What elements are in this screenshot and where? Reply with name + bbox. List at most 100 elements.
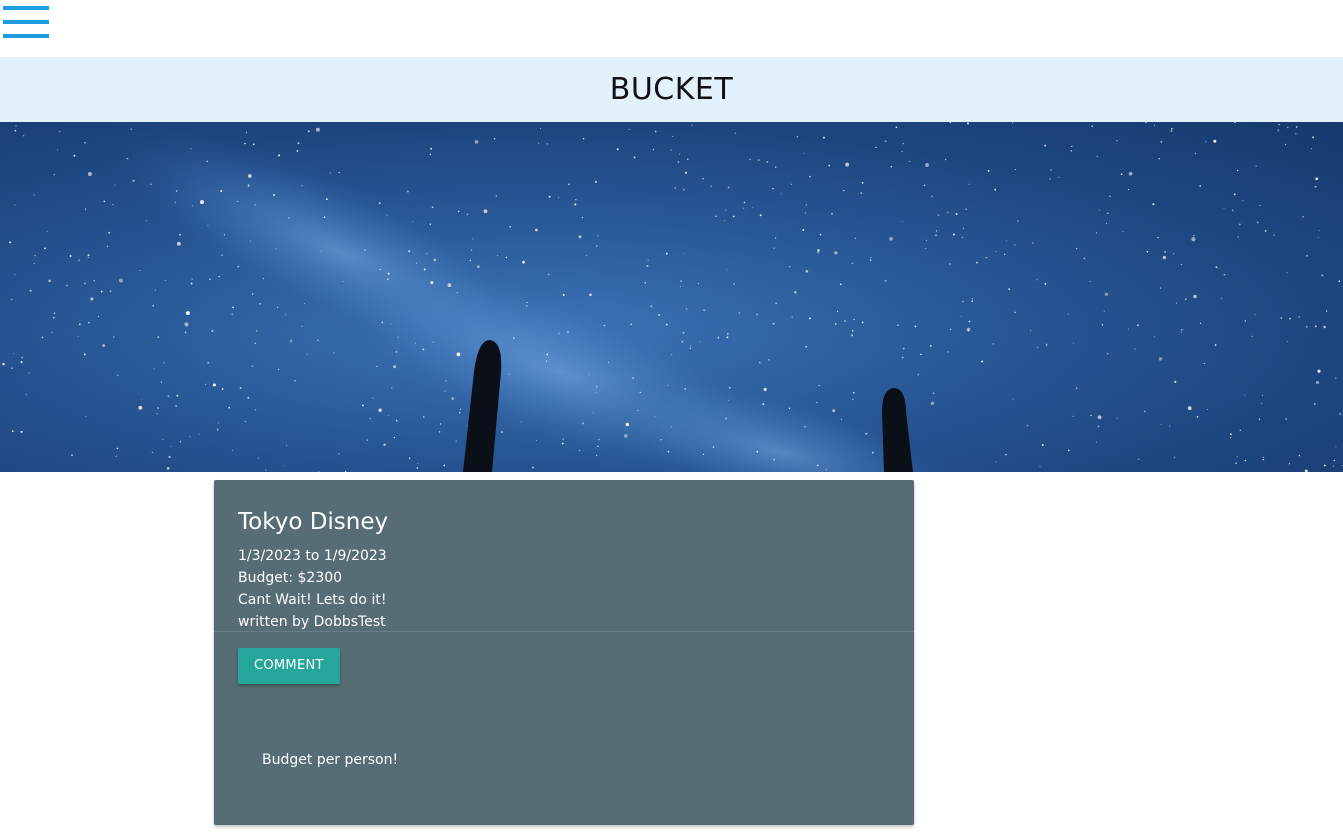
star: [1335, 446, 1337, 448]
star: [889, 237, 893, 241]
star: [406, 190, 409, 193]
star: [175, 405, 178, 407]
star: [727, 186, 730, 189]
star: [752, 207, 754, 209]
star: [192, 205, 194, 207]
star: [422, 416, 425, 418]
star: [819, 233, 822, 236]
star: [417, 462, 419, 464]
star: [703, 453, 705, 455]
star: [1298, 454, 1301, 457]
star: [597, 438, 600, 441]
star: [477, 265, 480, 269]
hamburger-menu-icon[interactable]: [3, 6, 49, 38]
star: [239, 387, 242, 389]
star: [451, 397, 455, 400]
star: [871, 451, 874, 454]
star: [647, 259, 649, 261]
star: [447, 283, 452, 287]
star: [439, 431, 441, 433]
star: [185, 311, 190, 316]
star: [87, 254, 90, 257]
star: [902, 143, 904, 145]
star: [88, 321, 90, 324]
star: [861, 321, 864, 324]
star: [294, 379, 296, 382]
star: [548, 195, 551, 198]
star: [852, 391, 855, 394]
cactus-right: [882, 388, 913, 472]
star: [535, 439, 537, 441]
star: [1158, 357, 1163, 361]
star: [145, 220, 147, 222]
star: [167, 395, 170, 398]
star: [1175, 302, 1177, 304]
star: [1256, 221, 1259, 224]
star: [884, 140, 887, 143]
star: [539, 128, 541, 129]
star: [56, 149, 58, 151]
star: [391, 387, 393, 389]
star: [1255, 165, 1257, 167]
star: [854, 237, 857, 239]
star: [408, 250, 411, 253]
star: [925, 163, 929, 167]
star: [426, 252, 428, 255]
star: [914, 325, 917, 328]
comment-button[interactable]: COMMENT: [238, 648, 340, 684]
star: [1073, 342, 1074, 344]
star: [1196, 415, 1199, 418]
star: [206, 160, 209, 163]
star: [46, 230, 48, 232]
star: [118, 278, 123, 283]
star: [639, 391, 641, 394]
star: [102, 344, 106, 347]
star: [1071, 145, 1073, 148]
star: [1312, 136, 1315, 139]
star: [1215, 266, 1218, 269]
star: [459, 408, 461, 410]
star: [34, 254, 36, 257]
star: [949, 122, 952, 123]
star: [585, 255, 588, 257]
star: [13, 353, 15, 354]
star: [416, 467, 419, 469]
star: [1067, 313, 1069, 315]
star: [780, 193, 782, 195]
hero-image: [0, 122, 1343, 472]
star: [93, 279, 95, 282]
star: [763, 387, 767, 392]
star: [816, 401, 818, 404]
star: [670, 149, 672, 151]
star: [950, 328, 952, 330]
star: [1128, 171, 1133, 176]
star: [361, 404, 364, 407]
star: [386, 214, 388, 216]
star: [84, 141, 86, 144]
star: [1333, 465, 1335, 467]
star: [992, 343, 994, 345]
star: [1015, 169, 1016, 170]
star: [87, 256, 89, 258]
star: [725, 209, 727, 211]
star: [1097, 425, 1100, 428]
star: [717, 336, 720, 339]
star: [1278, 123, 1280, 126]
star: [808, 317, 811, 320]
star: [333, 352, 335, 354]
star: [432, 341, 434, 343]
star: [1199, 322, 1202, 324]
star: [1288, 463, 1291, 465]
star: [774, 237, 777, 239]
star: [1072, 415, 1074, 418]
star: [1120, 173, 1123, 175]
star: [1223, 207, 1225, 209]
star: [87, 172, 92, 176]
star: [1128, 328, 1130, 330]
star: [483, 209, 488, 214]
star: [14, 274, 16, 276]
star: [578, 449, 581, 452]
star: [840, 418, 843, 420]
star: [935, 234, 937, 237]
star: [1095, 441, 1098, 443]
